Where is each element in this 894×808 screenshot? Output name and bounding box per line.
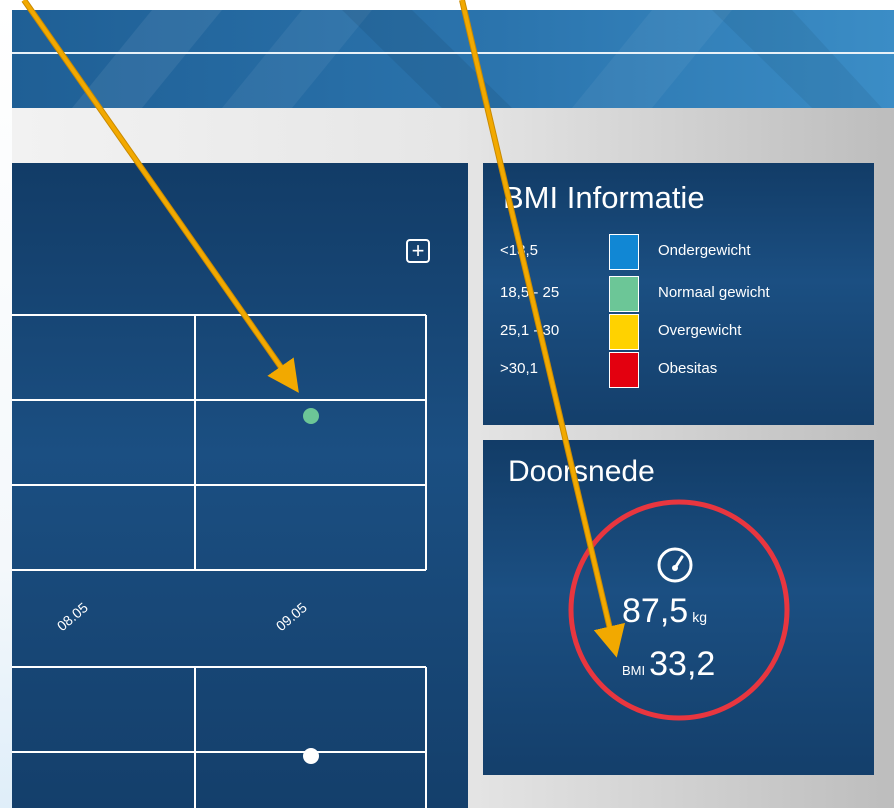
legend-label: Normaal gewicht [658,284,770,301]
add-entry-button[interactable]: + [406,239,430,263]
average-bmi: BMI 33,2 [622,645,715,684]
legend-range: <18,5 [500,242,538,259]
legend-row-normal: 18,5 - 25 Normaal gewicht [500,276,830,312]
legend-label: Obesitas [658,360,718,377]
legend-row-overweight: 25,1 - 30 Overgewicht [500,314,830,350]
speedometer-icon [657,547,693,583]
legend-swatch [609,234,639,270]
weight-chart-panel [12,163,468,808]
page-left-edge [0,0,12,808]
app-header [12,10,894,108]
legend-label: Ondergewicht [658,242,751,259]
legend-swatch [609,352,639,388]
legend-range: 25,1 - 30 [500,322,560,339]
plus-icon: + [411,238,425,263]
legend-swatch [609,276,639,312]
legend-row-obesity: >30,1 Obesitas [500,352,830,388]
header-pattern [72,10,882,108]
legend-swatch [609,314,639,350]
average-weight: 87,5 kg [622,592,707,631]
legend-range: >30,1 [500,360,538,377]
average-title: Doorsnede [508,455,655,488]
weight-value: 87,5 [622,592,689,630]
bmi-value: 33,2 [649,645,716,683]
legend-range: 18,5 - 25 [500,284,560,301]
legend-row-underweight: <18,5 Ondergewicht [500,234,830,270]
weight-unit: kg [692,609,707,625]
bmi-info-title: BMI Informatie [503,180,705,215]
header-divider [12,52,894,54]
bmi-label: BMI [622,663,646,678]
legend-label: Overgewicht [658,322,742,339]
